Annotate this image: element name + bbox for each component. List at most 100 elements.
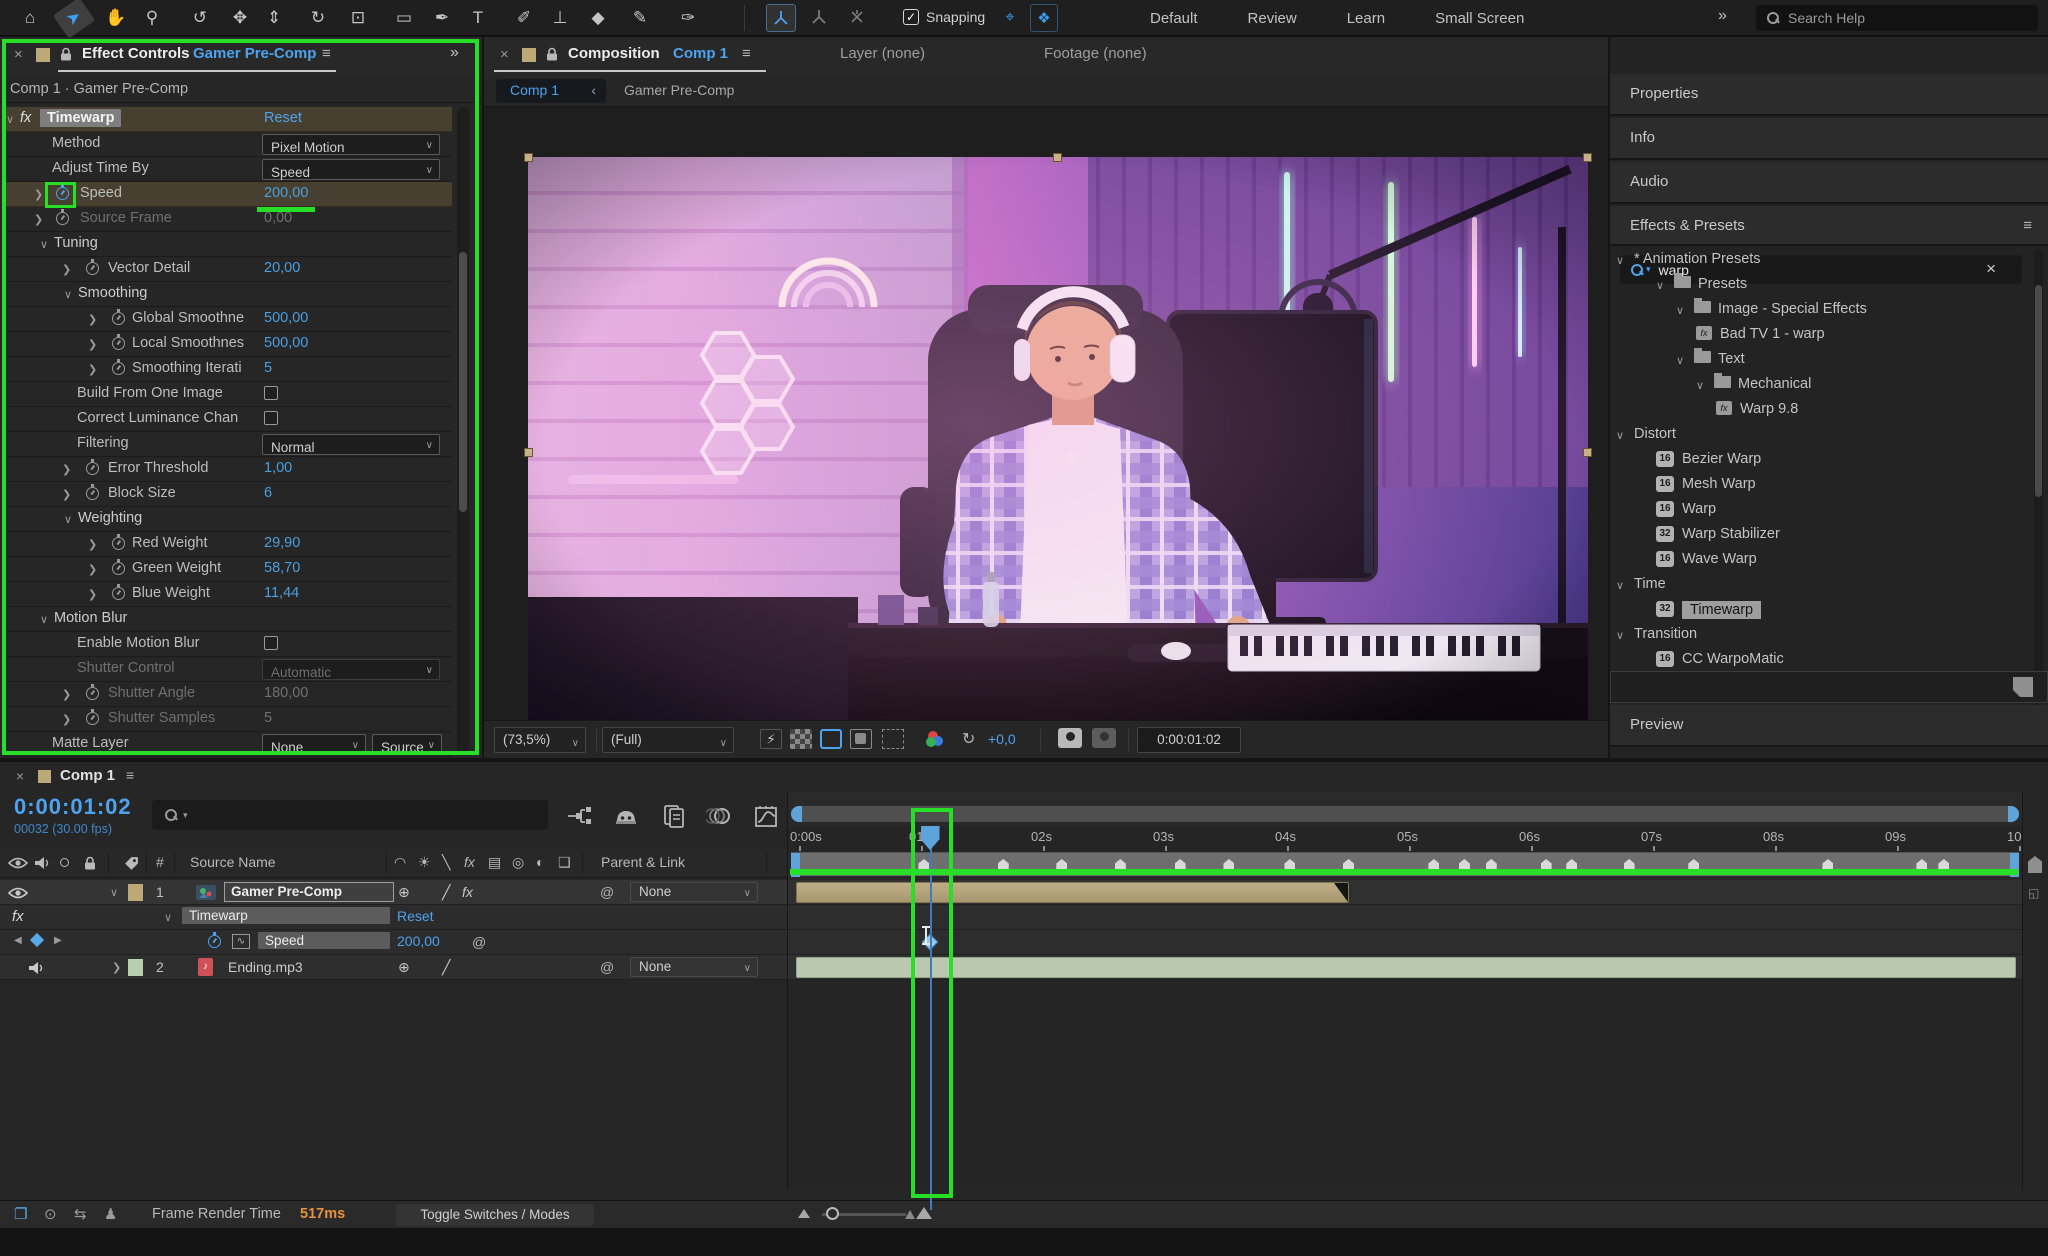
collapse-transformations-icon[interactable]: ⊕ [398, 959, 410, 976]
solo-column-icon[interactable] [60, 858, 69, 867]
motion-blur-icon[interactable] [706, 806, 732, 826]
effect-property-row[interactable]: Method Pixel Motion ∨ [2, 132, 452, 157]
property-value[interactable]: 180,00 [264, 685, 308, 701]
help-search-field[interactable]: Search Help [1756, 5, 2038, 31]
property-value[interactable]: 200,00 [397, 933, 440, 949]
keyframe-summary-marker[interactable] [1223, 859, 1235, 873]
keyframe-summary-marker[interactable] [1566, 859, 1578, 873]
layer-label-swatch[interactable] [128, 959, 143, 976]
effect-reset-link[interactable]: Reset [397, 908, 434, 924]
stopwatch-icon[interactable] [86, 484, 99, 500]
twirl-arrow-icon[interactable]: ❯ [62, 263, 71, 276]
preset-tree-item[interactable]: fx Warp 9.8 [1610, 398, 2048, 423]
stopwatch-icon[interactable] [112, 359, 125, 375]
effect-property-row[interactable]: ❯ Smoothing Iterati 5 [2, 357, 452, 382]
property-name[interactable]: Speed [258, 932, 390, 949]
effect-property-row[interactable]: ❯ Shutter Angle 180,00 [2, 682, 452, 707]
switch-collapse-icon[interactable]: ☀ [418, 854, 431, 871]
graph-toggle-icon[interactable]: ∿ [232, 934, 250, 949]
twirl-arrow-icon[interactable]: ❯ [62, 713, 71, 726]
stacked-frames-icon[interactable]: ❐ [14, 1205, 27, 1223]
preset-tree-item[interactable]: ∨ Transition [1610, 623, 2048, 648]
effect-property-row[interactable]: Adjust Time By Speed ∨ [2, 157, 452, 182]
world-axis-icon[interactable] [804, 4, 834, 32]
prev-keyframe-icon[interactable]: ◀ [14, 935, 22, 946]
effect-property-row[interactable]: ∨ Motion Blur [2, 607, 452, 632]
panel-menu-icon[interactable]: ≡ [126, 767, 134, 783]
preset-tree-item[interactable]: ∨ Presets [1610, 273, 2048, 298]
pan-camera-tool-icon[interactable]: ✥ [224, 4, 256, 32]
zoom-out-mountain-icon[interactable] [798, 1209, 810, 1218]
show-snapshot-icon[interactable] [1092, 728, 1116, 748]
property-value[interactable]: 11,44 [264, 585, 299, 601]
effect-property-row[interactable]: ∨ Smoothing [2, 282, 452, 307]
switch-fx-icon[interactable]: fx [464, 854, 475, 870]
twirl-arrow-icon[interactable]: ❯ [88, 338, 97, 351]
twirl-arrow-icon[interactable]: ∨ [40, 613, 48, 626]
rotation-tool-icon[interactable]: ↻ [302, 4, 334, 32]
parent-pick-whip-icon[interactable]: @ [600, 959, 614, 975]
puppet-pin-tool-icon[interactable]: ✑ [672, 4, 704, 32]
playhead-line[interactable] [929, 828, 932, 1210]
twirl-arrow-icon[interactable]: ∨ [40, 238, 48, 251]
new-panel-icon[interactable] [2013, 677, 2033, 697]
keyframe-summary-marker[interactable] [1174, 859, 1186, 873]
channel-icon[interactable] [924, 729, 946, 749]
pen-tool-icon[interactable]: ✒ [426, 4, 458, 32]
layer-row-gamer-pre-comp[interactable]: ∨ 1 Gamer Pre-Comp ⊕ ╱ fx @ None ∨ [0, 880, 787, 905]
preset-tree-item[interactable]: 16 Wave Warp [1610, 548, 2048, 573]
comp-button-icon[interactable]: ◱ [2028, 886, 2039, 900]
keyframe-summary-marker[interactable] [1938, 859, 1950, 873]
property-dropdown[interactable]: Automatic ∨ [262, 659, 440, 680]
preset-tree-item[interactable]: 16 Warp [1610, 498, 2048, 523]
workspace-tab-learn[interactable]: Learn [1347, 10, 1385, 27]
tab-footage[interactable]: Footage (none) [1044, 45, 1147, 62]
preset-tree-item[interactable]: 16 Mesh Warp [1610, 473, 2048, 498]
selection-tool-icon[interactable]: ➤ [52, 0, 96, 39]
switch-3d-icon[interactable]: ❑ [558, 854, 571, 871]
exposure-reset-icon[interactable]: ↻ [962, 729, 975, 749]
quality-icon[interactable]: ╱ [442, 884, 450, 901]
audio-column-speaker-icon[interactable] [34, 856, 50, 870]
timeline-tab[interactable]: × Comp 1 ≡ [0, 762, 787, 792]
layer-label-swatch[interactable] [128, 884, 143, 901]
twirl-arrow-icon[interactable]: ∨ [64, 513, 72, 526]
twirl-arrow-icon[interactable]: ∨ [64, 288, 72, 301]
camera-tool-icon[interactable]: ⊡ [342, 4, 374, 32]
twirl-arrow-icon[interactable]: ❯ [88, 313, 97, 326]
keyframe-summary-marker[interactable] [1623, 859, 1635, 873]
panel-preview[interactable]: Preview [1610, 705, 2048, 747]
twirl-arrow-icon[interactable]: ❯ [62, 488, 71, 501]
effect-property-row[interactable]: Correct Luminance Chan [2, 407, 452, 432]
effect-property-row[interactable]: ∨ fx Timewarp Reset [2, 107, 452, 132]
twirl-arrow-icon[interactable]: ❯ [34, 213, 43, 226]
effect-property-row[interactable]: ∨ Weighting [2, 507, 452, 532]
snapping-checkbox[interactable]: ✓ [903, 9, 919, 25]
property-value[interactable]: 500,00 [264, 310, 308, 326]
stopwatch-icon[interactable] [208, 932, 221, 948]
close-icon[interactable]: × [500, 46, 509, 63]
twirl-arrow-icon[interactable]: ❯ [88, 538, 97, 551]
workspace-tab-small-screen[interactable]: Small Screen [1435, 10, 1524, 27]
effect-property-row[interactable]: Build From One Image [2, 382, 452, 407]
orbit-camera-tool-icon[interactable]: ↺ [184, 4, 216, 32]
composition-viewer[interactable] [484, 107, 1608, 753]
clone-stamp-tool-icon[interactable]: ⊥ [544, 4, 576, 32]
preset-tree-item[interactable]: ∨ Mechanical [1610, 373, 2048, 398]
effect-property-row[interactable]: Shutter Control Automatic ∨ [2, 657, 452, 682]
effect-property-row[interactable]: Filtering Normal ∨ [2, 432, 452, 457]
layer-name[interactable]: Ending.mp3 [228, 959, 303, 975]
effect-property-row[interactable]: ❯ Blue Weight 11,44 [2, 582, 452, 607]
layer-handle[interactable] [1583, 153, 1592, 162]
effect-property-row[interactable]: ❯ Shutter Samples 5 [2, 707, 452, 732]
collapse-arrow-icon[interactable]: ∨ [110, 886, 118, 899]
rectangle-tool-icon[interactable]: ▭ [388, 4, 420, 32]
stopwatch-icon[interactable] [112, 309, 125, 325]
effect-property-row[interactable]: ❯ Global Smoothne 500,00 [2, 307, 452, 332]
effect-reset-link[interactable]: Reset [264, 110, 302, 126]
keyframe-summary-marker[interactable] [1688, 859, 1700, 873]
timeline-graph-area[interactable]: 0:00s 01s 02s 03s 04s 05s 06s 07s 08s 09s 10s [787, 792, 2028, 1210]
panel-properties[interactable]: Properties [1610, 74, 2048, 116]
keyframe-summary-marker[interactable] [1284, 859, 1296, 873]
quality-icon[interactable]: ╱ [442, 959, 450, 976]
